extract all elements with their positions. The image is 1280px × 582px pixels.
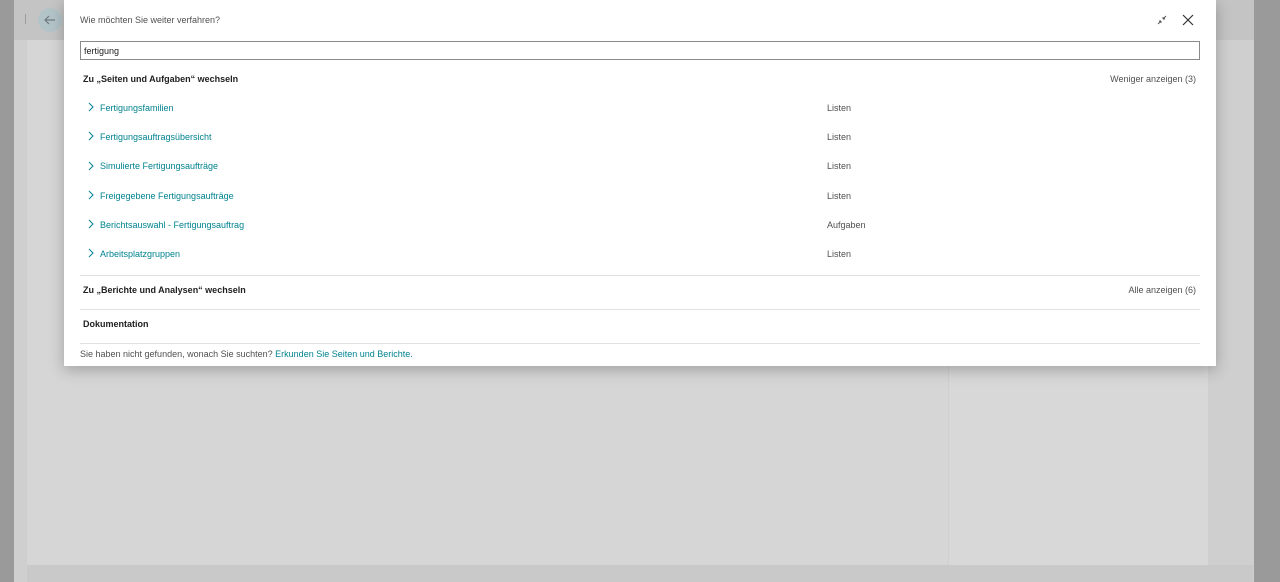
result-row[interactable]: Freigegebene Fertigungsaufträge Listen xyxy=(80,181,1200,210)
back-button[interactable] xyxy=(38,8,62,32)
result-kind: Aufgaben xyxy=(827,219,866,230)
reports-section-header[interactable]: Zu „Berichte und Analysen“ wechseln Alle… xyxy=(83,285,1196,295)
collapse-arrows-icon xyxy=(1157,15,1167,25)
pages-section-header: Zu „Seiten und Aufgaben“ wechseln Wenige… xyxy=(83,74,1196,84)
chevron-right-icon xyxy=(88,131,94,141)
result-row[interactable]: Fertigungsauftragsübersicht Listen xyxy=(80,122,1200,151)
result-row[interactable]: Arbeitsplatzgruppen Listen xyxy=(80,239,1200,268)
chevron-right-icon xyxy=(88,102,94,112)
dialog-title: Wie möchten Sie weiter verfahren? xyxy=(80,15,221,25)
result-row[interactable]: Simulierte Fertigungsaufträge Listen xyxy=(80,152,1200,181)
section-divider xyxy=(80,275,1200,276)
result-row[interactable]: Berichtsauswahl - Fertigungsauftrag Aufga… xyxy=(80,210,1200,239)
result-kind: Listen xyxy=(827,102,852,113)
section-divider xyxy=(80,309,1200,310)
results-list: Fertigungsfamilien Listen Fertigungsauftra… xyxy=(80,93,1200,269)
pages-section-title: Zu „Seiten und Aufgaben“ wechseln xyxy=(83,74,239,84)
result-name[interactable]: Simulierte Fertigungsaufträge xyxy=(100,161,218,171)
background-bottom-bar xyxy=(27,565,1253,582)
close-icon xyxy=(1182,14,1194,26)
explore-pages-link[interactable]: Erkunden Sie Seiten und Berichte. xyxy=(275,349,413,359)
show-less-link[interactable]: Weniger anzeigen (3) xyxy=(1110,74,1196,84)
result-name[interactable]: Arbeitsplatzgruppen xyxy=(100,249,180,259)
result-row[interactable]: Fertigungsfamilien Listen xyxy=(80,93,1200,122)
result-name[interactable]: Fertigungsauftragsübersicht xyxy=(100,132,212,142)
dialog-actions xyxy=(1154,12,1196,28)
background-divider xyxy=(25,14,26,24)
reports-section-title: Zu „Berichte und Analysen“ wechseln xyxy=(83,285,246,295)
section-divider xyxy=(80,343,1200,344)
docs-section-title: Dokumentation xyxy=(83,319,149,329)
collapse-button[interactable] xyxy=(1154,12,1170,28)
result-kind: Listen xyxy=(827,161,852,172)
footer-text: Sie haben nicht gefunden, wonach Sie suc… xyxy=(80,349,273,359)
chevron-right-icon xyxy=(88,161,94,170)
show-all-link[interactable]: Alle anzeigen (6) xyxy=(1128,285,1196,295)
chevron-right-icon xyxy=(88,219,94,229)
chevron-right-icon xyxy=(88,190,94,200)
tell-me-dialog: Wie möchten Sie weiter verfahren? Zu „Se… xyxy=(64,0,1216,366)
chevron-right-icon xyxy=(88,249,94,258)
result-name[interactable]: Fertigungsfamilien xyxy=(100,103,174,113)
result-name[interactable]: Berichtsauswahl - Fertigungsauftrag xyxy=(100,220,244,230)
dialog-footer: Sie haben nicht gefunden, wonach Sie suc… xyxy=(80,349,413,359)
result-kind: Listen xyxy=(827,190,852,201)
result-kind: Listen xyxy=(827,249,852,260)
search-input[interactable] xyxy=(80,41,1200,60)
result-kind: Listen xyxy=(827,131,852,142)
arrow-left-icon xyxy=(44,15,55,25)
docs-section-header[interactable]: Dokumentation xyxy=(83,319,1196,329)
close-button[interactable] xyxy=(1180,12,1196,28)
result-name[interactable]: Freigegebene Fertigungsaufträge xyxy=(100,191,234,201)
